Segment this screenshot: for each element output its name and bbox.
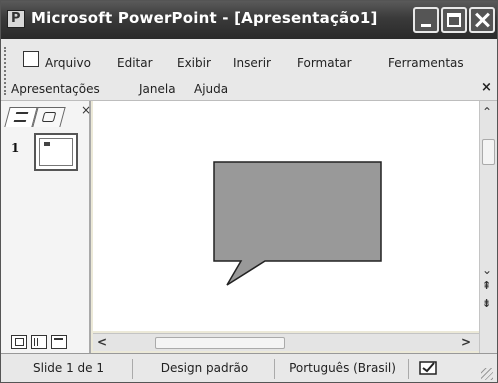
view-buttons xyxy=(9,333,89,351)
menu-ajuda[interactable]: Ajuda xyxy=(194,82,228,96)
previous-slide-icon[interactable]: ⇞ xyxy=(482,279,491,292)
slide-thumbnail[interactable] xyxy=(34,133,78,171)
scroll-up-icon[interactable]: ⌃ xyxy=(482,105,495,119)
next-slide-icon[interactable]: ⇟ xyxy=(482,297,491,310)
powerpoint-icon[interactable] xyxy=(7,10,25,28)
pane-tabs xyxy=(4,107,77,127)
pane-close-button[interactable]: × xyxy=(81,103,91,117)
toolbar-grip[interactable] xyxy=(4,47,7,95)
slide-show-button[interactable] xyxy=(51,335,67,349)
tab-slides[interactable] xyxy=(32,107,66,127)
menu-exibir[interactable]: Exibir xyxy=(177,56,211,70)
document-close-button[interactable]: × xyxy=(481,80,492,95)
scroll-thumb[interactable] xyxy=(482,139,495,165)
scroll-left-icon[interactable]: < xyxy=(97,335,107,349)
maximize-button[interactable] xyxy=(441,7,467,33)
slide-number: 1 xyxy=(11,141,20,155)
menu-arquivo[interactable]: Arquivo xyxy=(45,56,91,70)
spelling-icon[interactable] xyxy=(419,360,439,376)
slides-pane: × 1 xyxy=(1,101,91,353)
slides-icon xyxy=(41,112,57,122)
menu-formatar[interactable]: Formatar xyxy=(297,56,352,70)
scroll-right-icon[interactable]: > xyxy=(461,335,471,349)
status-design: Design padrão xyxy=(135,359,275,379)
menu-apresentacoes[interactable]: Apresentações xyxy=(11,82,100,96)
resize-grip[interactable] xyxy=(481,368,493,380)
menu-janela[interactable]: Janela xyxy=(139,82,176,96)
menu-ferramentas[interactable]: Ferramentas xyxy=(388,56,464,70)
hscroll-thumb[interactable] xyxy=(155,337,285,349)
slide-canvas[interactable] xyxy=(93,101,479,331)
close-button[interactable] xyxy=(469,7,495,33)
menu-inserir[interactable]: Inserir xyxy=(233,56,271,70)
thumbnail-content xyxy=(39,138,73,166)
menu-bar: Arquivo Editar Exibir Inserir Formatar F… xyxy=(1,39,497,101)
minimize-button[interactable] xyxy=(413,7,439,33)
vertical-scrollbar[interactable]: ⌃ ⌄ ⇞ ⇟ xyxy=(479,101,497,353)
outline-icon xyxy=(13,112,29,122)
powerpoint-window: Microsoft PowerPoint - [Apresentação1] A… xyxy=(0,0,498,383)
status-slide: Slide 1 de 1 xyxy=(5,359,133,379)
scroll-down-icon[interactable]: ⌄ xyxy=(482,263,492,277)
horizontal-scrollbar[interactable]: < > xyxy=(93,333,479,351)
slide-sorter-button[interactable] xyxy=(31,335,47,349)
title-bar[interactable]: Microsoft PowerPoint - [Apresentação1] xyxy=(1,1,497,39)
status-bar: Slide 1 de 1 Design padrão Português (Br… xyxy=(1,353,497,382)
menu-editar[interactable]: Editar xyxy=(117,56,153,70)
normal-view-button[interactable] xyxy=(11,335,27,349)
callout-shape[interactable] xyxy=(213,161,383,289)
window-title: Microsoft PowerPoint - [Apresentação1] xyxy=(31,9,378,27)
document-icon[interactable] xyxy=(23,51,39,67)
status-language[interactable]: Português (Brasil) xyxy=(277,359,409,379)
